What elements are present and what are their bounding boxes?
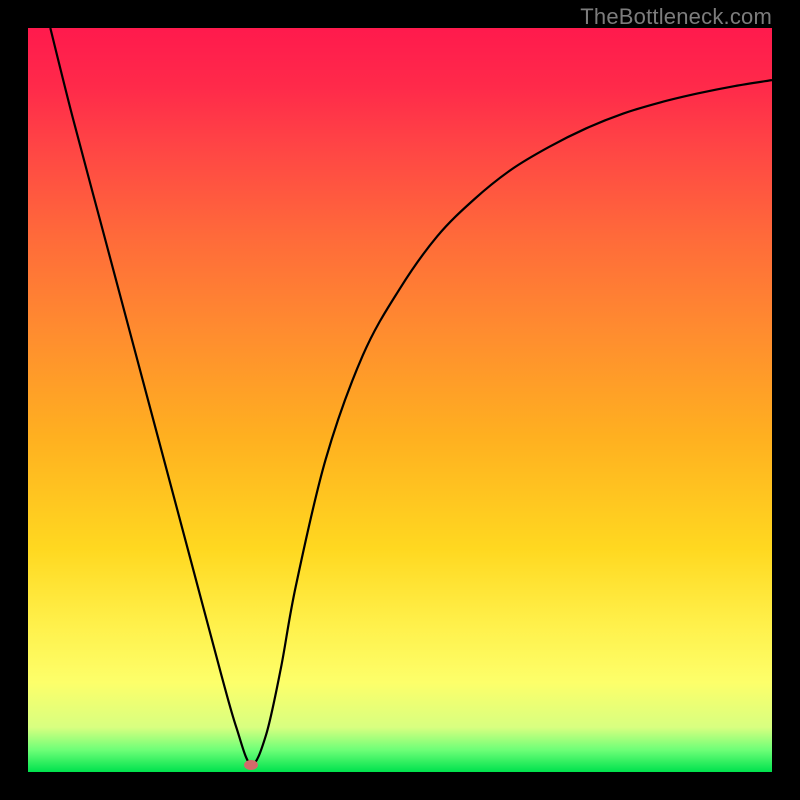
watermark-text: TheBottleneck.com <box>580 4 772 30</box>
curve-svg <box>28 28 772 772</box>
chart-area <box>28 28 772 772</box>
bottleneck-curve <box>50 28 772 765</box>
min-marker <box>244 760 258 770</box>
